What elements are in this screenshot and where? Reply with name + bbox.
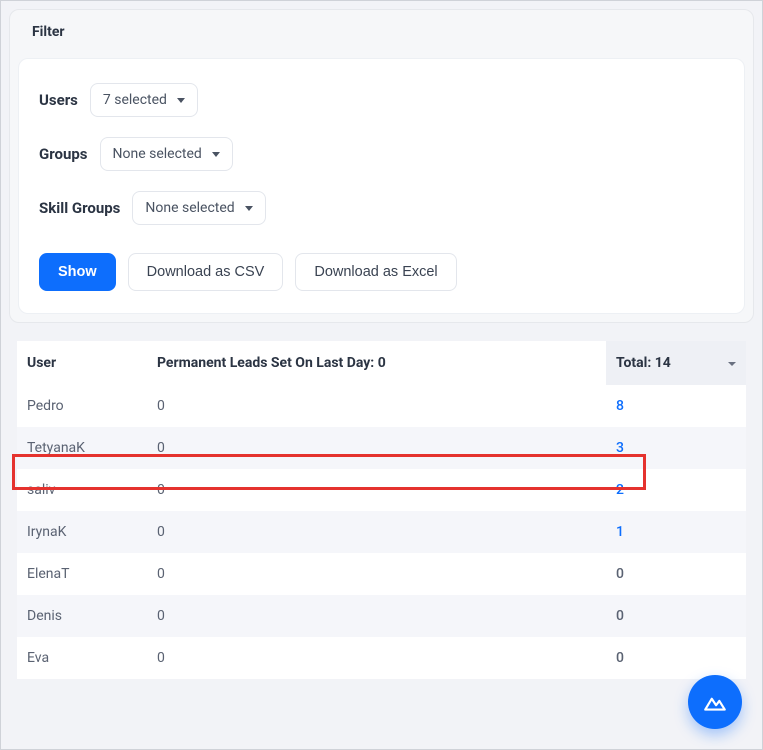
- cell-leads: 0: [147, 469, 606, 511]
- table-row[interactable]: Pedro08: [17, 385, 746, 427]
- cell-leads: 0: [147, 427, 606, 469]
- cell-user: Eva: [17, 637, 147, 679]
- skill-groups-dropdown-value: None selected: [145, 200, 234, 216]
- cell-user: saliv: [17, 469, 147, 511]
- cell-total: 0: [606, 637, 746, 679]
- cell-total: 0: [606, 553, 746, 595]
- cell-total[interactable]: 3: [606, 427, 746, 469]
- cell-leads: 0: [147, 595, 606, 637]
- cell-user: Pedro: [17, 385, 147, 427]
- filter-row-skill-groups: Skill Groups None selected: [39, 191, 724, 225]
- skill-groups-label: Skill Groups: [39, 199, 120, 217]
- caret-down-icon: [177, 98, 185, 103]
- filter-header: Filter: [10, 10, 753, 52]
- cell-total[interactable]: 8: [606, 385, 746, 427]
- groups-dropdown[interactable]: None selected: [100, 137, 233, 171]
- download-csv-button[interactable]: Download as CSV: [128, 253, 284, 291]
- filter-title: Filter: [32, 24, 731, 40]
- filter-body: Users 7 selected Groups None selected Sk…: [18, 58, 745, 314]
- cell-total[interactable]: 2: [606, 469, 746, 511]
- show-button[interactable]: Show: [39, 253, 116, 291]
- groups-label: Groups: [39, 145, 88, 163]
- results-table: User Permanent Leads Set On Last Day: 0 …: [17, 341, 746, 679]
- filter-actions: Show Download as CSV Download as Excel: [39, 253, 724, 291]
- cell-user: ElenaT: [17, 553, 147, 595]
- filter-panel: Filter Users 7 selected Groups None sele…: [9, 9, 754, 323]
- cell-leads: 0: [147, 511, 606, 553]
- chat-fab-button[interactable]: [688, 675, 742, 729]
- download-excel-button[interactable]: Download as Excel: [295, 253, 456, 291]
- filter-row-groups: Groups None selected: [39, 137, 724, 171]
- col-total-label: Total: 14: [616, 355, 671, 371]
- table-row[interactable]: Denis00: [17, 595, 746, 637]
- cell-user: IrynaK: [17, 511, 147, 553]
- col-total[interactable]: Total: 14: [606, 341, 746, 385]
- cell-user: TetyanaK: [17, 427, 147, 469]
- table-header-row: User Permanent Leads Set On Last Day: 0 …: [17, 341, 746, 385]
- table-row[interactable]: Eva00: [17, 637, 746, 679]
- col-leads[interactable]: Permanent Leads Set On Last Day: 0: [147, 341, 606, 385]
- cell-leads: 0: [147, 637, 606, 679]
- caret-down-icon: [212, 152, 220, 157]
- table-row[interactable]: TetyanaK03: [17, 427, 746, 469]
- table-row[interactable]: IrynaK01: [17, 511, 746, 553]
- users-dropdown-value: 7 selected: [103, 92, 167, 108]
- caret-down-icon: [245, 206, 253, 211]
- col-user[interactable]: User: [17, 341, 147, 385]
- users-dropdown[interactable]: 7 selected: [90, 83, 198, 117]
- skill-groups-dropdown[interactable]: None selected: [132, 191, 265, 225]
- table-row[interactable]: ElenaT00: [17, 553, 746, 595]
- cell-leads: 0: [147, 385, 606, 427]
- cell-user: Denis: [17, 595, 147, 637]
- sort-caret-icon: [728, 362, 736, 366]
- cell-total: 0: [606, 595, 746, 637]
- filter-row-users: Users 7 selected: [39, 83, 724, 117]
- cell-total[interactable]: 1: [606, 511, 746, 553]
- groups-dropdown-value: None selected: [113, 146, 202, 162]
- mountain-icon: [702, 689, 728, 715]
- users-label: Users: [39, 91, 78, 109]
- table-row[interactable]: saliv02: [17, 469, 746, 511]
- cell-leads: 0: [147, 553, 606, 595]
